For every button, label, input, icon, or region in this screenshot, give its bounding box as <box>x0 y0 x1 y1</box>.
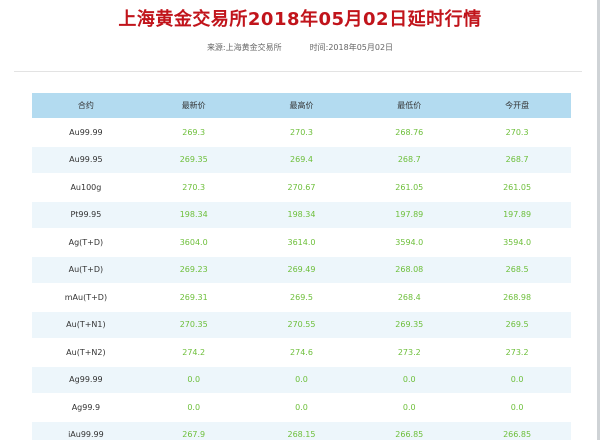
table-row: Ag(T+D) 3604.0 3614.0 3594.0 3594.0 <box>32 228 571 257</box>
open-price: 266.85 <box>463 421 571 440</box>
latest-price: 270.3 <box>139 173 248 202</box>
table-row: Au99.95 269.35 269.4 268.7 268.7 <box>32 146 571 174</box>
contract-name: mAu(T+D) <box>32 283 140 312</box>
article-meta: 来源:上海黄金交易所 时间:2018年05月02日 <box>0 42 600 54</box>
latest-price: 274.2 <box>139 338 248 367</box>
open-price: 3594.0 <box>463 228 571 257</box>
high-price: 274.6 <box>247 338 356 367</box>
latest-price: 269.31 <box>139 283 248 312</box>
contract-name: Au100g <box>32 173 140 202</box>
open-price: 273.2 <box>463 338 571 367</box>
table-row: Ag99.99 0.0 0.0 0.0 0.0 <box>32 366 571 394</box>
header-open-price: 今开盘 <box>463 92 571 119</box>
low-price: 0.0 <box>355 366 464 394</box>
table-row: Au99.99 269.3 270.3 268.76 270.3 <box>32 118 571 147</box>
contract-name: Au(T+D) <box>32 256 140 284</box>
divider <box>14 71 582 72</box>
contract-name: Au(T+N2) <box>32 338 140 367</box>
latest-price: 0.0 <box>139 366 248 394</box>
table-row: Ag99.9 0.0 0.0 0.0 0.0 <box>32 393 571 422</box>
table-header-row: 合约 最新价 最高价 最低价 今开盘 <box>32 92 571 119</box>
high-price: 269.4 <box>247 146 356 174</box>
source-label: 来源:上海黄金交易所 <box>206 43 282 52</box>
latest-price: 270.35 <box>139 311 248 339</box>
latest-price: 267.9 <box>139 421 248 440</box>
open-price: 268.7 <box>463 146 571 174</box>
header-latest-price: 最新价 <box>139 92 248 119</box>
header-low-price: 最低价 <box>355 92 464 119</box>
open-price: 261.05 <box>463 173 571 202</box>
quotes-table: 合约 最新价 最高价 最低价 今开盘 Au99.99 269.3 270.3 268.… <box>32 92 571 440</box>
table-row: Au(T+D) 269.23 269.49 268.08 268.5 <box>32 256 571 284</box>
latest-price: 198.34 <box>139 201 248 229</box>
table-row: Au(T+N2) 274.2 274.6 273.2 273.2 <box>32 338 571 367</box>
low-price: 197.89 <box>355 201 464 229</box>
open-price: 269.5 <box>463 311 571 339</box>
table-row: iAu99.99 267.9 268.15 266.85 266.85 <box>32 421 571 440</box>
high-price: 270.67 <box>247 173 356 202</box>
high-price: 0.0 <box>247 393 356 422</box>
contract-name: iAu99.99 <box>32 421 140 440</box>
contract-name: Au99.95 <box>32 146 140 174</box>
time-label: 时间:2018年05月02日 <box>309 43 394 52</box>
low-price: 268.08 <box>355 256 464 284</box>
open-price: 268.98 <box>463 283 571 312</box>
contract-name: Au(T+N1) <box>32 311 140 339</box>
contract-name: Ag99.99 <box>32 366 140 394</box>
high-price: 3614.0 <box>247 228 356 257</box>
high-price: 270.55 <box>247 311 356 339</box>
low-price: 266.85 <box>355 421 464 440</box>
latest-price: 3604.0 <box>139 228 248 257</box>
low-price: 268.76 <box>355 118 464 147</box>
table-row: Pt99.95 198.34 198.34 197.89 197.89 <box>32 201 571 229</box>
open-price: 197.89 <box>463 201 571 229</box>
latest-price: 269.35 <box>139 146 248 174</box>
open-price: 0.0 <box>463 366 571 394</box>
high-price: 0.0 <box>247 366 356 394</box>
header-high-price: 最高价 <box>247 92 356 119</box>
table-row: mAu(T+D) 269.31 269.5 268.4 268.98 <box>32 283 571 312</box>
open-price: 0.0 <box>463 393 571 422</box>
latest-price: 269.3 <box>139 118 248 147</box>
low-price: 268.7 <box>355 146 464 174</box>
high-price: 269.5 <box>247 283 356 312</box>
low-price: 268.4 <box>355 283 464 312</box>
contract-name: Ag(T+D) <box>32 228 140 257</box>
low-price: 273.2 <box>355 338 464 367</box>
high-price: 270.3 <box>247 118 356 147</box>
contract-name: Pt99.95 <box>32 201 140 229</box>
latest-price: 0.0 <box>139 393 248 422</box>
contract-name: Ag99.9 <box>32 393 140 422</box>
low-price: 3594.0 <box>355 228 464 257</box>
high-price: 198.34 <box>247 201 356 229</box>
open-price: 270.3 <box>463 118 571 147</box>
open-price: 268.5 <box>463 256 571 284</box>
high-price: 269.49 <box>247 256 356 284</box>
page-title: 上海黄金交易所2018年05月02日延时行情 <box>118 9 482 30</box>
low-price: 261.05 <box>355 173 464 202</box>
low-price: 0.0 <box>355 393 464 422</box>
high-price: 268.15 <box>247 421 356 440</box>
contract-name: Au99.99 <box>32 118 140 147</box>
table-row: Au(T+N1) 270.35 270.55 269.35 269.5 <box>32 311 571 339</box>
latest-price: 269.23 <box>139 256 248 284</box>
low-price: 269.35 <box>355 311 464 339</box>
table-row: Au100g 270.3 270.67 261.05 261.05 <box>32 173 571 202</box>
page: 上海黄金交易所2018年05月02日延时行情 来源:上海黄金交易所 时间:2018… <box>0 0 600 440</box>
header-contract: 合约 <box>32 92 140 119</box>
